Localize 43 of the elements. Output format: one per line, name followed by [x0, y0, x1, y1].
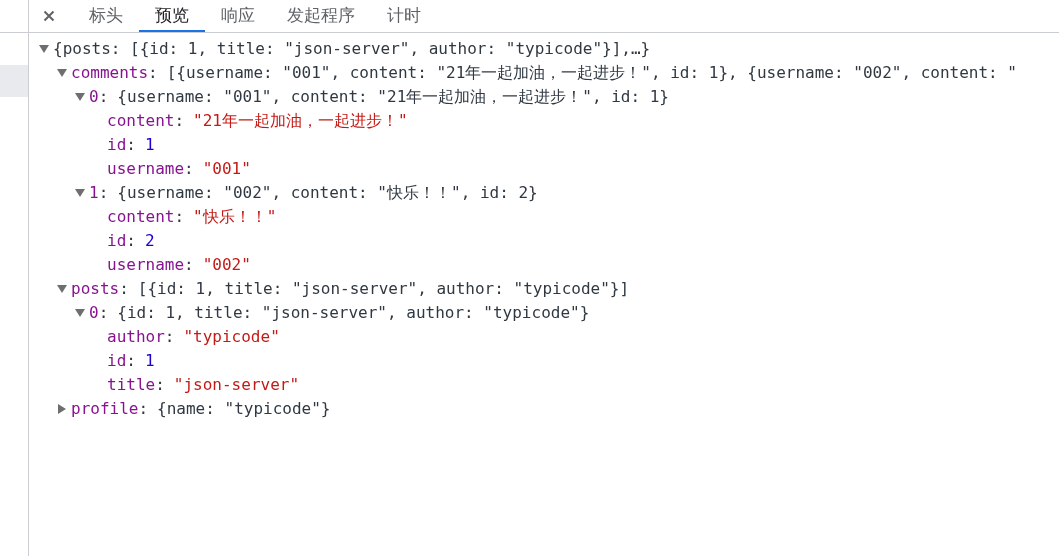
property-key: id:: [107, 229, 136, 253]
property-key: author:: [107, 325, 175, 349]
string-value: "21年一起加油，一起进步！": [193, 110, 408, 132]
object-preview: [{id: 1, title: "json-server", author: "typicode"}]: [137, 278, 630, 300]
expanded-triangle-icon[interactable]: [39, 44, 49, 54]
property-key: profile:: [71, 397, 149, 421]
expanded-triangle-icon[interactable]: [57, 68, 67, 78]
property-key: 0:: [89, 301, 109, 325]
expanded-triangle-icon[interactable]: [75, 92, 85, 102]
number-value: 1: [144, 350, 155, 372]
property-key: content:: [107, 109, 185, 133]
object-preview: [{username: "001", content: "21年一起加油，一起进步！", id: 1}, {username: "002", content: ": [166, 62, 1017, 84]
collapsed-triangle-icon[interactable]: [57, 404, 67, 414]
tab[interactable]: 响应: [205, 0, 271, 32]
string-value: "快乐！！": [193, 206, 277, 228]
property-key: title:: [107, 373, 165, 397]
property-key: id:: [107, 133, 136, 157]
number-value: 1: [144, 134, 155, 156]
property-key: 0:: [89, 85, 109, 109]
property-key: comments:: [71, 61, 158, 85]
expanded-triangle-icon[interactable]: [57, 284, 67, 294]
number-value: 2: [144, 230, 155, 252]
object-preview: {username: "002", content: "快乐！！", id: 2}: [117, 182, 538, 204]
string-value: "json-server": [173, 374, 300, 396]
tab[interactable]: 发起程序: [271, 0, 371, 32]
tab[interactable]: 预览: [139, 0, 205, 32]
string-value: "001": [202, 158, 251, 180]
object-preview: {id: 1, title: "json-server", author: "typicode"}: [117, 302, 590, 324]
property-key: 1:: [89, 181, 109, 205]
object-preview: {posts: [{id: 1, title: "json-server", author: "typicode"}],…}: [53, 38, 651, 60]
object-preview: {name: "typicode"}: [157, 398, 331, 420]
string-value: "typicode": [183, 326, 280, 348]
expanded-triangle-icon[interactable]: [75, 308, 85, 318]
expanded-triangle-icon[interactable]: [75, 188, 85, 198]
property-key: username:: [107, 253, 194, 277]
tab[interactable]: 计时: [371, 0, 437, 32]
property-key: posts:: [71, 277, 129, 301]
object-preview: {username: "001", content: "21年一起加油，一起进步！", id: 1}: [117, 86, 669, 108]
property-key: content:: [107, 205, 185, 229]
property-key: id:: [107, 349, 136, 373]
string-value: "002": [202, 254, 251, 276]
tab[interactable]: 标头: [73, 0, 139, 32]
property-key: username:: [107, 157, 194, 181]
